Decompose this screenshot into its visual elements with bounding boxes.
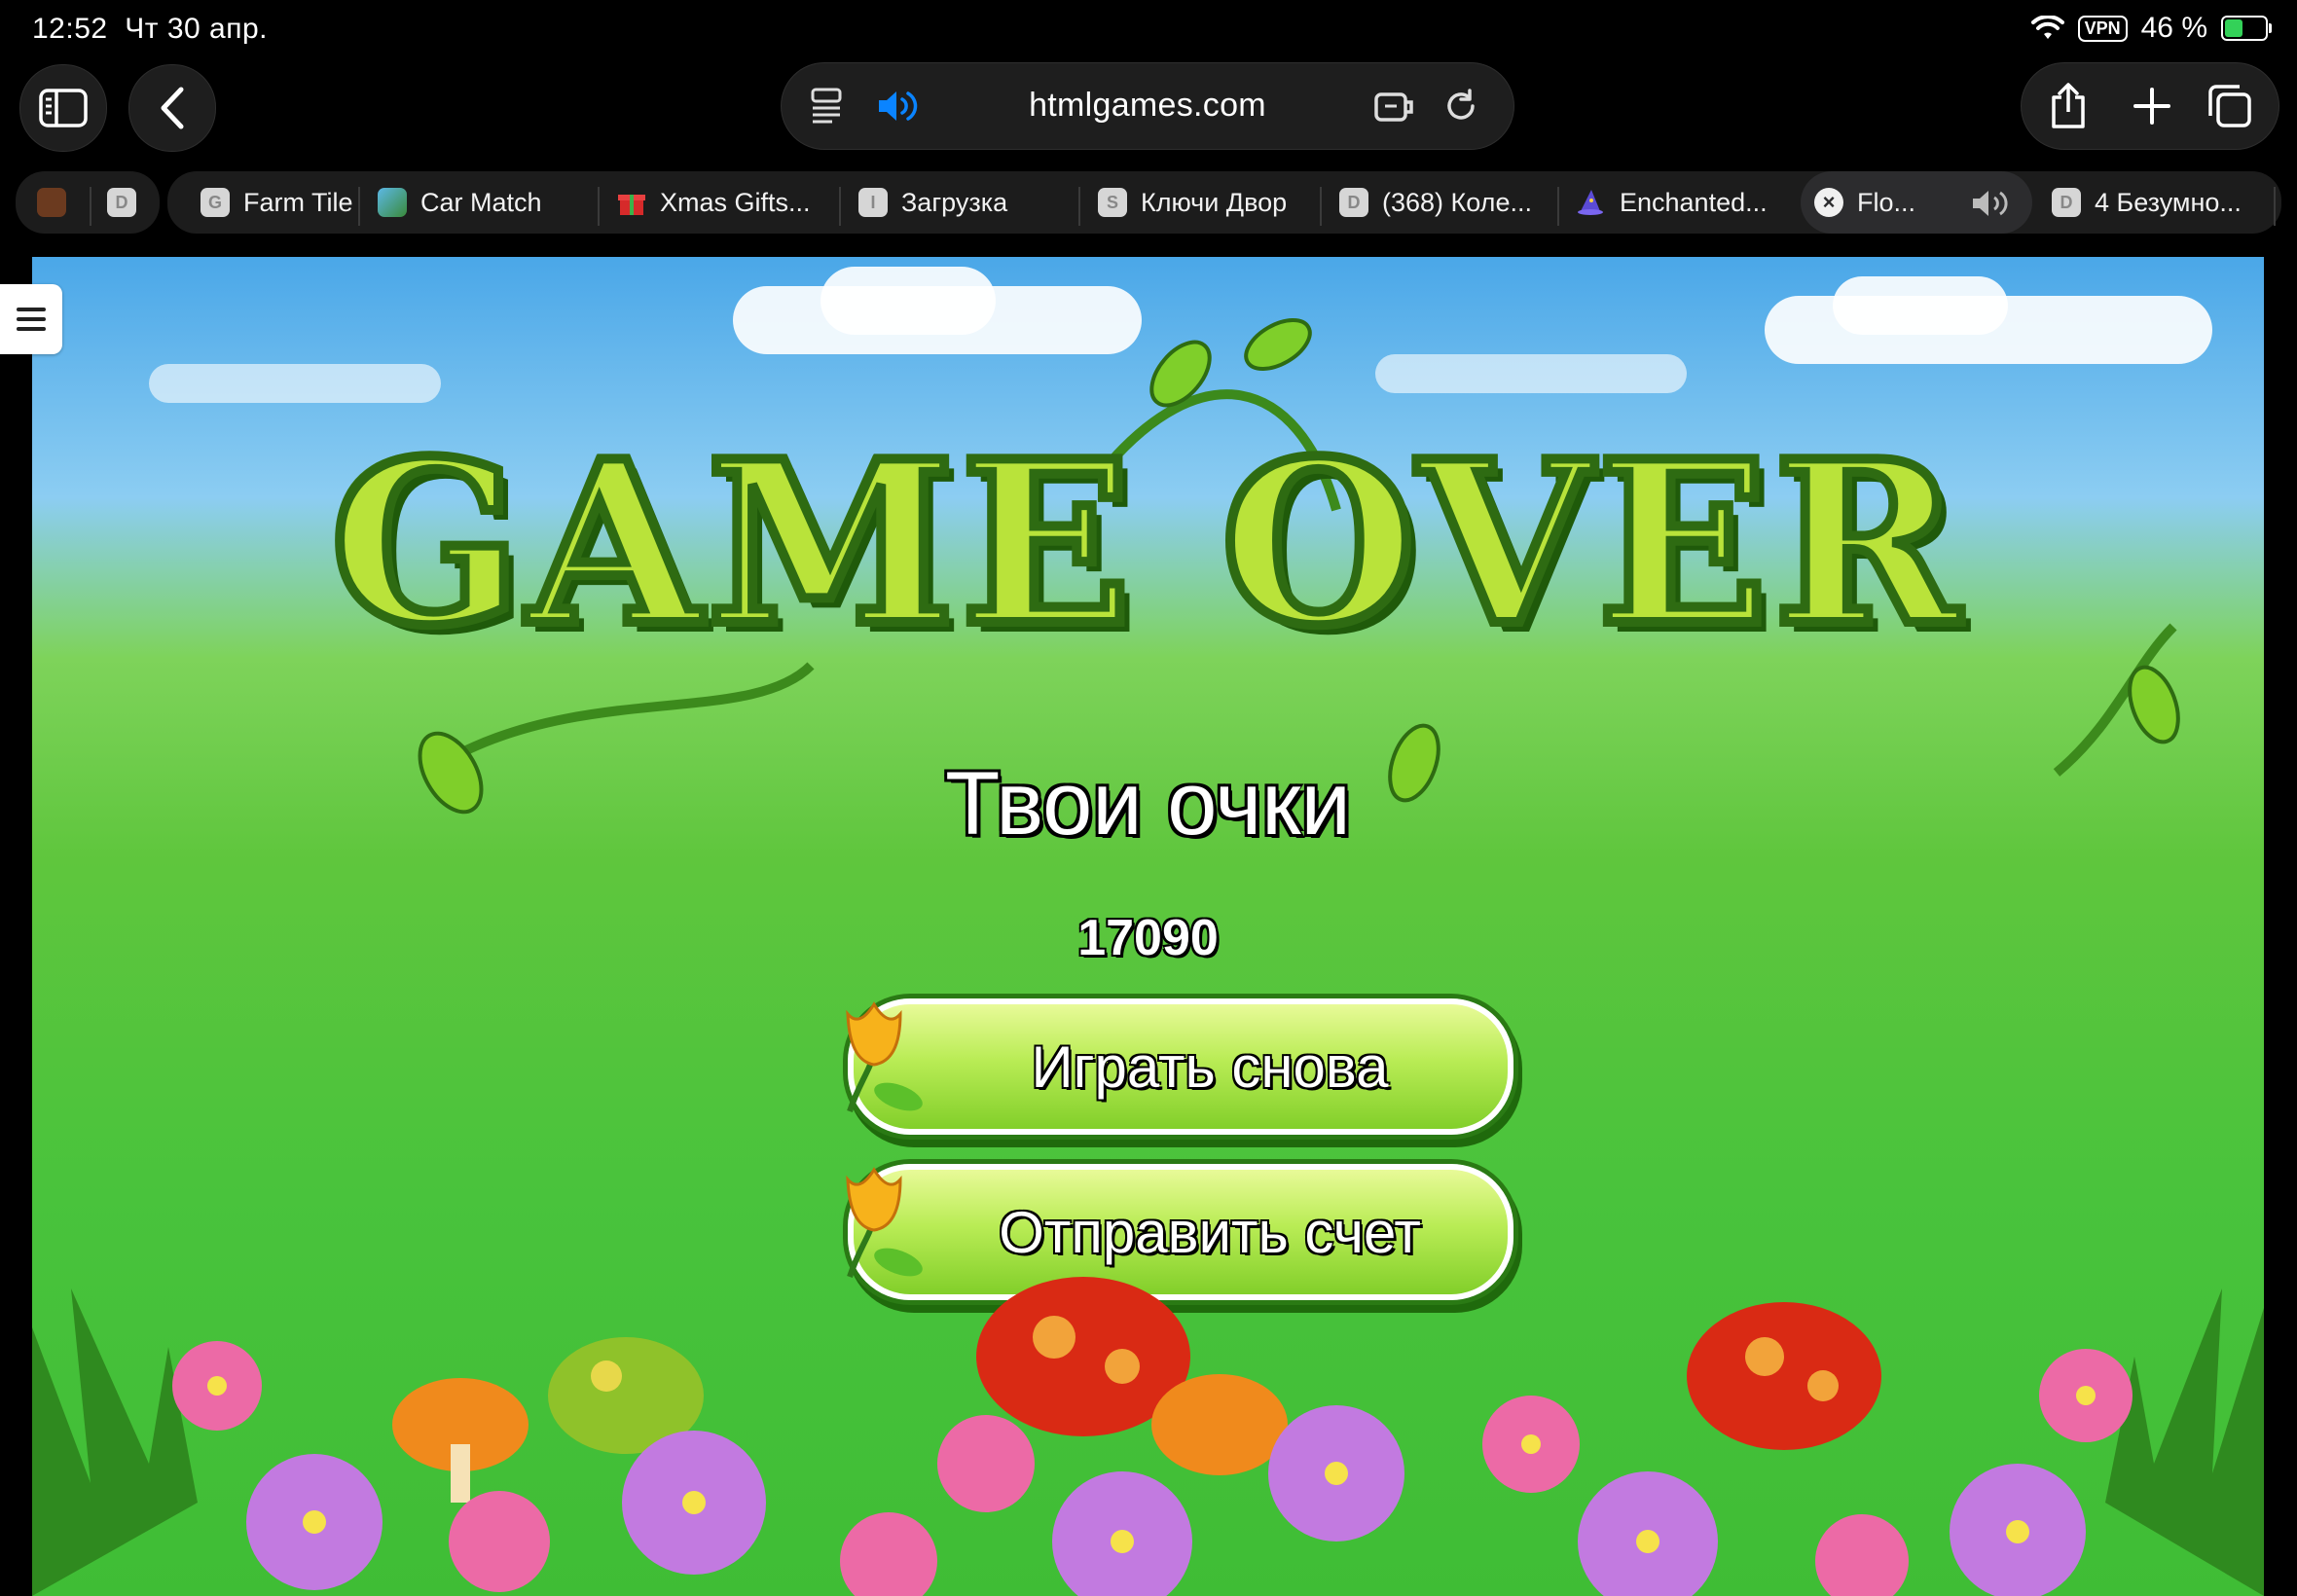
tab-farm-tile[interactable]: G Farm Tile [201, 171, 358, 234]
play-again-button[interactable]: Играть снова [846, 998, 1513, 1135]
game-menu-button[interactable] [0, 284, 62, 354]
tab-label: Car Match [420, 187, 542, 217]
share-icon[interactable] [2041, 79, 2096, 133]
hamburger-menu-icon [17, 308, 46, 331]
vpn-badge: VPN [2077, 15, 2128, 42]
play-again-label: Играть снова [1031, 1034, 1389, 1100]
wifi-icon [2030, 16, 2064, 39]
sidebar-button[interactable] [19, 64, 107, 152]
tabs-overview-icon[interactable] [2203, 79, 2257, 133]
tulip-icon [846, 1001, 923, 1112]
favicon-d-icon: D [2052, 188, 2081, 217]
toolbar-actions [2021, 62, 2279, 150]
score-value: 17090 [1077, 910, 1219, 966]
tab-label: Загрузка [901, 187, 1008, 217]
tab-flo-active[interactable]: × Flo... [1801, 171, 2032, 234]
favicon-s-icon: S [1098, 188, 1127, 217]
reload-icon[interactable] [1436, 81, 1486, 131]
tab-label: Flo... [1857, 187, 1916, 217]
favicon-d-icon: D [1339, 188, 1368, 217]
tab-label: (368) Коле... [1382, 187, 1532, 217]
tab-label: Enchanted... [1620, 187, 1768, 217]
favicon-g-icon: G [201, 188, 230, 217]
close-tab-icon[interactable]: × [1814, 188, 1843, 217]
speaker-muted-icon[interactable] [1970, 187, 2011, 227]
sidebar-icon [39, 89, 88, 127]
browser-toolbar: htmlgames.com [0, 58, 2297, 156]
back-button[interactable] [128, 64, 216, 152]
address-bar[interactable]: htmlgames.com [781, 62, 1514, 150]
battery-percent: 46 % [2140, 12, 2207, 44]
chevron-left-icon [161, 87, 184, 129]
tab-4-bezumno[interactable]: D 4 Безумно... [2052, 171, 2268, 234]
tab-label: 4 Безумно... [2095, 187, 2242, 217]
favicon-i-icon: I [858, 188, 888, 217]
favicon-game-icon [37, 188, 66, 217]
favicon-d-icon: D [107, 188, 136, 217]
tab-pinned-1[interactable] [37, 171, 72, 234]
score-label: Твои очки [945, 754, 1351, 853]
tab-368-kole[interactable]: D (368) Коле... [1339, 171, 1557, 234]
tab-klyuchi-dvor[interactable]: S Ключи Двор [1098, 171, 1316, 234]
plus-icon[interactable] [2125, 79, 2179, 133]
tab-car-match[interactable]: Car Match [378, 171, 592, 234]
game-canvas[interactable]: GAME OVER Твои очки 17090 Играть снова О… [32, 257, 2264, 1596]
tab-zagruzka[interactable]: I Загрузка [858, 171, 1075, 234]
battery-icon [2221, 16, 2272, 41]
extension-icon[interactable] [1369, 81, 1420, 131]
gift-icon [617, 188, 646, 217]
tab-bar: D G Farm Tile Car Match Xmas Gifts... I … [0, 165, 2297, 239]
tab-enchanted[interactable]: Enchanted... [1577, 171, 1797, 234]
status-time: 12:52 Чт 30 апр. [32, 13, 268, 45]
tab-label: Ключи Двор [1141, 187, 1288, 217]
favicon-car-icon [378, 188, 407, 217]
game-over-title: GAME OVER [325, 408, 1966, 680]
flower-garden-decoration [32, 1277, 2264, 1596]
wizard-hat-icon [1577, 188, 1606, 217]
status-right: VPN 46 % [2030, 12, 2272, 45]
status-bar: 12:52 Чт 30 апр. VPN 46 % [0, 0, 2297, 58]
tab-label: Xmas Gifts... [660, 187, 811, 217]
tab-xmas-gifts[interactable]: Xmas Gifts... [617, 171, 837, 234]
tab-pinned-2[interactable]: D [107, 171, 142, 234]
tab-label: Farm Tile [243, 187, 353, 217]
